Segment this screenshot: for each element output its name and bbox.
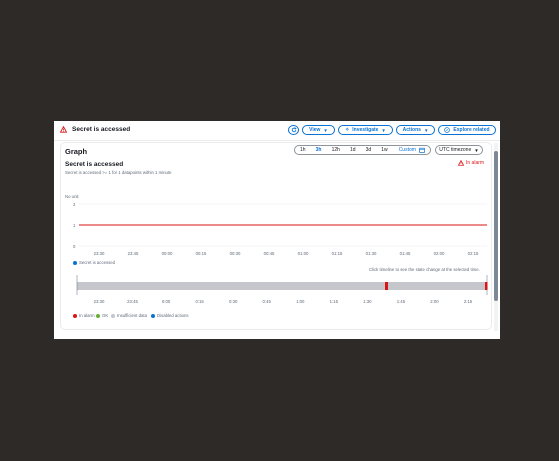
state-color-swatch (151, 313, 155, 318)
refresh-icon (291, 127, 297, 133)
caret-down-icon: ▼ (323, 127, 328, 133)
timeline-tick-label: 2:00 (430, 299, 439, 304)
timeline-tick-label: 1:30 (363, 299, 372, 304)
state-color-swatch (96, 313, 100, 318)
timeline-tick-label: 0:00 (161, 299, 171, 304)
state-color-swatch (73, 313, 77, 318)
state-legend-item: In alarm (73, 313, 95, 318)
timeline-tick-label: 0:30 (228, 299, 238, 304)
timeline-state-alarm (485, 282, 488, 290)
state-legend-label: Insufficient data (117, 313, 148, 318)
state-legend-item: Insufficient data (111, 313, 147, 318)
investigate-label: Investigate (352, 127, 379, 133)
alarm-details-panel: Secret is accessed View ▼ ✧ Investigate … (54, 121, 500, 339)
graph-card: Graph 1h 3h 12h 1d 3d 1w Custom UTC time… (60, 142, 492, 330)
timeline-state-alarm (385, 282, 388, 290)
alarm-title-wrap: Secret is accessed (60, 126, 130, 133)
timeline-tick-label: 23:45 (127, 299, 138, 304)
panel-header: Secret is accessed View ▼ ✧ Investigate … (54, 121, 500, 141)
state-timeline[interactable] (61, 143, 493, 331)
timeline-tick-label: 1:00 (296, 299, 305, 304)
timeline-tick-label: 1:45 (396, 299, 406, 304)
scrollbar-thumb[interactable] (494, 151, 498, 301)
state-color-swatch (111, 313, 115, 318)
timeline-tick-label: 0:45 (262, 299, 271, 304)
state-legend-item: Disabled actions (151, 313, 189, 318)
timeline-tick-label: 1:15 (329, 299, 338, 304)
state-legend-label: In alarm (79, 313, 95, 318)
state-legend-label: OK (102, 313, 109, 318)
timeline-tick-label: 23:30 (93, 299, 105, 304)
actions-label: Actions (402, 127, 421, 133)
sparkle-icon: ✧ (345, 127, 350, 133)
timeline-bar-insufficient (77, 282, 487, 290)
caret-down-icon: ▼ (423, 127, 429, 133)
state-legend-item: OK (96, 313, 108, 318)
warning-icon (60, 126, 67, 133)
explore-related-button[interactable]: Explore related (438, 125, 496, 135)
timeline-tick-label: 2:15 (463, 299, 473, 304)
view-label: View (309, 127, 321, 133)
timeline-tick-label: 0:15 (195, 299, 204, 304)
compass-icon (444, 127, 451, 133)
caret-down-icon: ▼ (381, 127, 386, 133)
view-button[interactable]: View ▼ (302, 125, 335, 135)
refresh-button[interactable] (288, 125, 299, 135)
state-legend-label: Disabled actions (157, 313, 189, 318)
page-title: Secret is accessed (72, 126, 131, 133)
explore-label: Explore related (453, 127, 490, 133)
actions-button[interactable]: Actions ▼ (396, 125, 435, 135)
investigate-button[interactable]: ✧ Investigate ▼ (338, 125, 393, 135)
